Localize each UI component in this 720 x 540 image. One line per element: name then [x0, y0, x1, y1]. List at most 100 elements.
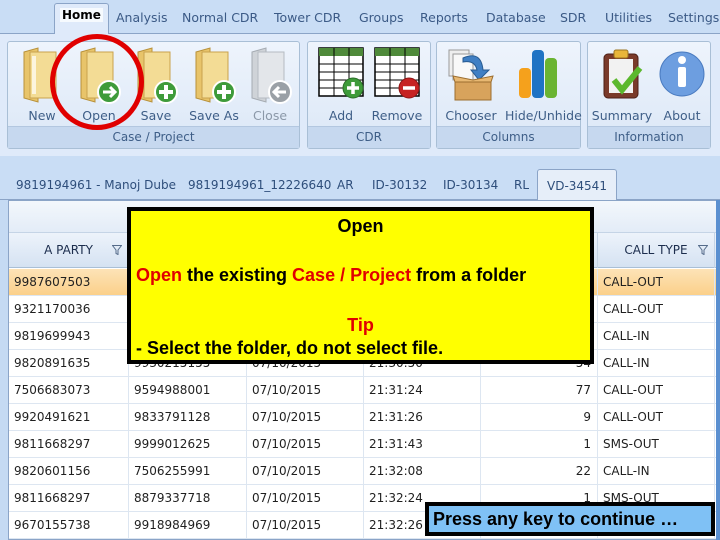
- group-label-cdr: CDR: [308, 126, 430, 148]
- tooltip-case-project: Case / Project: [292, 265, 412, 285]
- tab-groups[interactable]: Groups: [359, 10, 404, 25]
- group-columns: Chooser Hide/Unhide Columns: [436, 41, 582, 149]
- cell-duration[interactable]: 22: [481, 458, 598, 485]
- doc-tab[interactable]: RL: [514, 178, 529, 192]
- cell-a-party[interactable]: 9819699943: [9, 323, 129, 350]
- tab-reports[interactable]: Reports: [420, 10, 468, 25]
- group-label-columns: Columns: [437, 126, 580, 148]
- table-row[interactable]: 7506683073 9594988001 07/10/2015 21:31:24 77…: [9, 377, 720, 404]
- cell-a-party[interactable]: 9811668297: [9, 485, 129, 512]
- cell-call-type[interactable]: CALL-OUT: [598, 269, 715, 296]
- table-row[interactable]: 9920491621 9833791128 07/10/2015 21:31:26 9 C…: [9, 404, 720, 431]
- tooltip-description: Open the existing Case / Project from a …: [136, 265, 590, 286]
- cell-date[interactable]: 07/10/2015: [247, 431, 364, 458]
- cell-b-party[interactable]: 8879337718: [129, 485, 247, 512]
- cell-time[interactable]: 21:32:08: [364, 458, 481, 485]
- cell-duration[interactable]: 1: [481, 431, 598, 458]
- tooltip-text: the existing: [182, 265, 293, 285]
- cell-call-type[interactable]: CALL-IN: [598, 350, 715, 377]
- doc-tab[interactable]: AR: [337, 178, 354, 192]
- summary-button[interactable]: Summary: [592, 46, 652, 124]
- group-cdr: Add Remove CDR: [307, 41, 431, 149]
- remove-label: Remove: [371, 108, 423, 123]
- tab-database[interactable]: Database: [486, 10, 546, 25]
- cell-date[interactable]: 07/10/2015: [247, 485, 364, 512]
- cell-a-party[interactable]: 9920491621: [9, 404, 129, 431]
- filter-icon[interactable]: [698, 245, 708, 255]
- column-header-a-party[interactable]: A PARTY: [9, 233, 129, 268]
- table-remove-icon: [374, 47, 420, 99]
- cell-call-type[interactable]: CALL-IN: [598, 323, 715, 350]
- tab-home[interactable]: Home: [54, 3, 109, 35]
- clipboard-check-icon: [603, 49, 643, 99]
- cell-a-party[interactable]: 9820891635: [9, 350, 129, 377]
- chooser-label: Chooser: [445, 108, 497, 123]
- cell-a-party[interactable]: 9811668297: [9, 431, 129, 458]
- table-row[interactable]: 9811668297 9999012625 07/10/2015 21:31:43 1 S…: [9, 431, 720, 458]
- close-button[interactable]: Close: [246, 46, 294, 124]
- doc-tab[interactable]: 9819194961 - Manoj Dube: [16, 178, 176, 192]
- cell-call-type[interactable]: CALL-OUT: [598, 377, 715, 404]
- tooltip-title: Open: [337, 216, 384, 236]
- filter-icon[interactable]: [112, 245, 122, 255]
- doc-tab[interactable]: ID-30132: [372, 178, 427, 192]
- info-icon: [659, 51, 705, 97]
- column-header-call-type[interactable]: CALL TYPE: [598, 233, 715, 268]
- doc-tab[interactable]: 9819194961_12226640: [188, 178, 331, 192]
- doc-tab-active[interactable]: VD-34541: [537, 169, 617, 201]
- cell-date[interactable]: 07/10/2015: [247, 377, 364, 404]
- tooltip-tip-body: - Select the folder, do not select file.: [136, 338, 444, 358]
- cell-a-party[interactable]: 9670155738: [9, 512, 129, 539]
- folder-close-icon: [251, 47, 292, 104]
- about-button[interactable]: About: [656, 46, 708, 124]
- tab-analysis[interactable]: Analysis: [116, 10, 168, 25]
- document-tabs: 9819194961 - Manoj Dube 9819194961_12226…: [0, 156, 720, 201]
- cell-call-type[interactable]: CALL-OUT: [598, 296, 715, 323]
- tab-normal-cdr[interactable]: Normal CDR: [182, 10, 258, 25]
- cell-b-party[interactable]: 9594988001: [129, 377, 247, 404]
- cell-date[interactable]: 07/10/2015: [247, 458, 364, 485]
- open-highlight-circle: [50, 34, 144, 130]
- group-label-case-project: Case / Project: [8, 126, 299, 148]
- cell-b-party[interactable]: 9918984969: [129, 512, 247, 539]
- cell-date[interactable]: 07/10/2015: [247, 404, 364, 431]
- cell-b-party[interactable]: 7506255991: [129, 458, 247, 485]
- cell-call-type[interactable]: SMS-OUT: [598, 431, 715, 458]
- bar-chart-icon: [519, 50, 557, 98]
- continue-prompt[interactable]: Press any key to continue …: [425, 502, 715, 536]
- cell-a-party[interactable]: 9321170036: [9, 296, 129, 323]
- close-label: Close: [252, 108, 288, 123]
- tab-settings[interactable]: Settings: [668, 10, 719, 25]
- table-row[interactable]: 9820601156 7506255991 07/10/2015 21:32:08 22…: [9, 458, 720, 485]
- cell-duration[interactable]: 9: [481, 404, 598, 431]
- add-cdr-button[interactable]: Add: [316, 46, 366, 124]
- tooltip-tip-heading: Tip: [347, 315, 374, 335]
- cell-call-type[interactable]: CALL-OUT: [598, 404, 715, 431]
- cell-duration[interactable]: 77: [481, 377, 598, 404]
- save-as-label: Save As: [189, 108, 239, 123]
- cell-time[interactable]: 21:31:26: [364, 404, 481, 431]
- cell-b-party[interactable]: 9833791128: [129, 404, 247, 431]
- tooltip-open-word: Open: [136, 265, 183, 285]
- hide-unhide-label: Hide/Unhide: [505, 108, 582, 123]
- cell-date[interactable]: 07/10/2015: [247, 512, 364, 539]
- cell-time[interactable]: 21:31:24: [364, 377, 481, 404]
- cell-a-party[interactable]: 9820601156: [9, 458, 129, 485]
- chooser-button[interactable]: Chooser: [445, 46, 497, 124]
- tab-utilities[interactable]: Utilities: [605, 10, 652, 25]
- add-label: Add: [328, 108, 354, 123]
- cell-b-party[interactable]: 9999012625: [129, 431, 247, 458]
- remove-cdr-button[interactable]: Remove: [372, 46, 422, 124]
- column-label: CALL TYPE: [624, 243, 688, 257]
- hide-unhide-button[interactable]: Hide/Unhide: [505, 46, 582, 124]
- doc-tab[interactable]: ID-30134: [443, 178, 498, 192]
- save-as-button[interactable]: Save As: [189, 46, 239, 124]
- cell-a-party[interactable]: 9987607503: [9, 269, 129, 296]
- cell-call-type[interactable]: CALL-IN: [598, 458, 715, 485]
- tab-tower-cdr[interactable]: Tower CDR: [274, 10, 341, 25]
- about-label: About: [663, 108, 701, 123]
- vertical-scrollbar[interactable]: [716, 200, 720, 540]
- cell-time[interactable]: 21:31:43: [364, 431, 481, 458]
- cell-a-party[interactable]: 7506683073: [9, 377, 129, 404]
- tab-sdr[interactable]: SDR: [560, 10, 586, 25]
